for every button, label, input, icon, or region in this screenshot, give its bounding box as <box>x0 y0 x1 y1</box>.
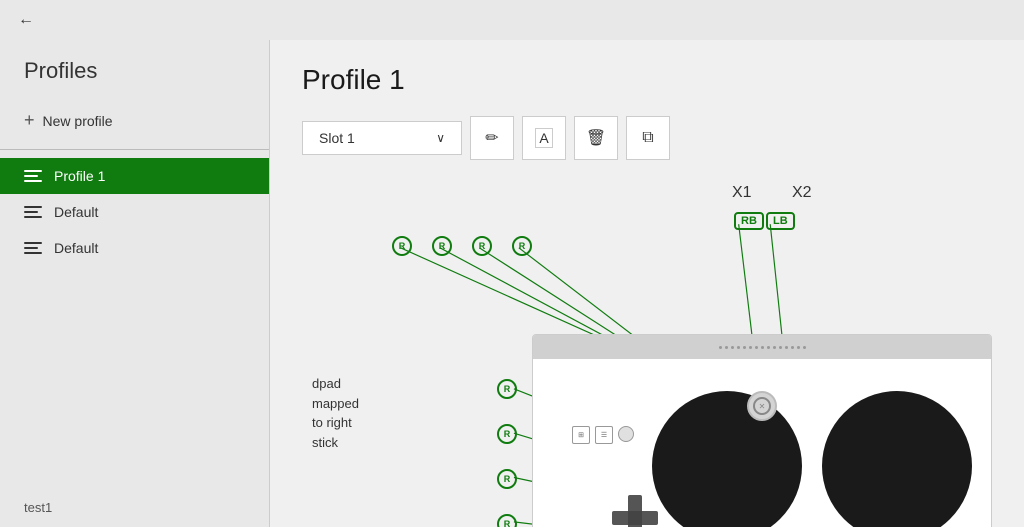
ctrl-dot-4 <box>737 346 740 349</box>
main-content: Profile 1 Slot 1 ∨ ✏ A 🗑 ⧉ X1 X2 <box>270 40 1024 527</box>
r-badge-4: R <box>512 236 532 256</box>
default1-label: Default <box>54 204 98 220</box>
r-badge-1: R <box>392 236 412 256</box>
back-button[interactable]: ← <box>10 7 42 33</box>
new-profile-button[interactable]: + New profile <box>0 100 269 141</box>
r-badge-2: R <box>432 236 452 256</box>
ctrl-dot-14 <box>797 346 800 349</box>
edit-button[interactable]: ✏ <box>470 116 514 160</box>
controller-image: ✕ ⊞ ☰ <box>532 334 992 527</box>
default2-label: Default <box>54 240 98 256</box>
delete-icon: 🗑 <box>586 128 606 148</box>
controller-dots-row <box>541 346 983 349</box>
r-badge-3: R <box>472 236 492 256</box>
slot-dropdown[interactable]: Slot 1 ∨ <box>302 121 462 155</box>
sidebar-item-default2[interactable]: Default <box>0 230 269 266</box>
dpad-cross <box>612 495 658 527</box>
small-buttons-row: ⊞ ☰ <box>572 426 634 444</box>
right-pad <box>822 391 972 527</box>
ctrl-dot-6 <box>749 346 752 349</box>
diagram-area: X1 X2 RB LB R R R R dpad mapped to right… <box>302 184 992 527</box>
main-layout: Profiles + New profile Profile 1 Default… <box>0 40 1024 527</box>
ctrl-dot-9 <box>767 346 770 349</box>
small-circle-btn <box>618 426 634 442</box>
sidebar: Profiles + New profile Profile 1 Default… <box>0 40 270 527</box>
xbox-circle: ✕ <box>753 397 771 415</box>
r-badge-7: R <box>497 469 517 489</box>
ctrl-dot-5 <box>743 346 746 349</box>
r-badge-5: R <box>497 379 517 399</box>
ctrl-dot-1 <box>719 346 722 349</box>
font-icon: A <box>535 128 552 148</box>
copy-button[interactable]: ⧉ <box>626 116 670 160</box>
dpad-center <box>628 511 642 525</box>
plus-icon: + <box>24 110 35 131</box>
sidebar-item-default1[interactable]: Default <box>0 194 269 230</box>
hamburger-icon-3 <box>24 242 42 254</box>
sidebar-item-profile1[interactable]: Profile 1 <box>0 158 269 194</box>
controller-illustration: ✕ ⊞ ☰ <box>552 371 972 527</box>
sidebar-title: Profiles <box>0 40 269 100</box>
top-bar: ← <box>0 0 1024 40</box>
hamburger-icon <box>24 170 42 182</box>
ctrl-dot-7 <box>755 346 758 349</box>
delete-button[interactable]: 🗑 <box>574 116 618 160</box>
ctrl-dot-8 <box>761 346 764 349</box>
page-title: Profile 1 <box>302 64 992 96</box>
ctrl-dot-12 <box>785 346 788 349</box>
mapping-label: dpad mapped to right stick <box>312 374 359 452</box>
left-pad <box>652 391 802 527</box>
copy-icon: ⧉ <box>642 129 653 147</box>
ctrl-dot-10 <box>773 346 776 349</box>
lb-badge: LB <box>766 212 795 230</box>
ctrl-dot-11 <box>779 346 782 349</box>
ctrl-dot-2 <box>725 346 728 349</box>
r-badge-8: R <box>497 514 517 527</box>
test1-label: test1 <box>0 488 269 527</box>
small-btn-2: ☰ <box>595 426 613 444</box>
x2-label: X2 <box>792 184 812 202</box>
new-profile-label: New profile <box>43 113 113 129</box>
edit-icon: ✏ <box>485 128 498 148</box>
toolbar: Slot 1 ∨ ✏ A 🗑 ⧉ <box>302 116 992 160</box>
hamburger-icon-2 <box>24 206 42 218</box>
ctrl-dot-3 <box>731 346 734 349</box>
dpad <box>612 495 658 527</box>
controller-top-bar <box>533 335 991 359</box>
controller-body: ✕ ⊞ ☰ <box>533 359 991 527</box>
ctrl-dot-15 <box>803 346 806 349</box>
font-button[interactable]: A <box>522 116 566 160</box>
x1-label: X1 <box>732 184 752 202</box>
profile1-label: Profile 1 <box>54 168 105 184</box>
ctrl-dot-13 <box>791 346 794 349</box>
slot-label: Slot 1 <box>319 130 355 146</box>
xbox-button: ✕ <box>747 391 777 421</box>
sidebar-divider <box>0 149 269 150</box>
small-btn-1: ⊞ <box>572 426 590 444</box>
chevron-down-icon: ∨ <box>436 131 445 145</box>
rb-badge: RB <box>734 212 764 230</box>
r-badge-6: R <box>497 424 517 444</box>
